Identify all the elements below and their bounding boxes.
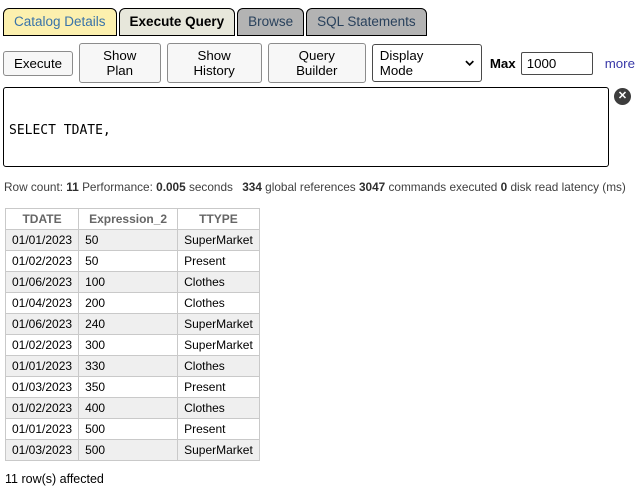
table-row: 01/02/2023 400 Clothes bbox=[6, 398, 260, 419]
tab-bar: Catalog Details Execute Query Browse SQL… bbox=[0, 0, 635, 36]
cell-tdate: 01/02/2023 bbox=[6, 335, 79, 356]
tab-sql-statements[interactable]: SQL Statements bbox=[306, 8, 427, 36]
cell-expression-2: 50 bbox=[79, 230, 178, 251]
row-count-label: Row count: bbox=[4, 180, 63, 194]
cell-ttype: SuperMarket bbox=[178, 335, 260, 356]
table-row: 01/06/2023 100 Clothes bbox=[6, 272, 260, 293]
display-mode-selected-value: Display Mode bbox=[380, 48, 455, 78]
max-rows-input[interactable] bbox=[521, 52, 593, 75]
performance-label: Performance: bbox=[82, 180, 153, 194]
cell-tdate: 01/01/2023 bbox=[6, 419, 79, 440]
sql-editor-container: SELECT TDATE, COALESCE(EXPENSE1,EXPENSE2… bbox=[3, 87, 633, 167]
disk-latency-label: disk read latency (ms) bbox=[510, 180, 625, 194]
results-table: TDATE Expression_2 TTYPE 01/01/2023 50 S… bbox=[5, 208, 260, 461]
column-header-tdate: TDATE bbox=[6, 209, 79, 230]
cell-expression-2: 330 bbox=[79, 356, 178, 377]
column-header-ttype: TTYPE bbox=[178, 209, 260, 230]
tab-browse[interactable]: Browse bbox=[237, 8, 304, 36]
cell-ttype: SuperMarket bbox=[178, 230, 260, 251]
cell-ttype: SuperMarket bbox=[178, 314, 260, 335]
cell-ttype: Present bbox=[178, 377, 260, 398]
show-history-button[interactable]: Show History bbox=[167, 43, 262, 83]
cell-tdate: 01/06/2023 bbox=[6, 314, 79, 335]
query-toolbar: Execute Show Plan Show History Query Bui… bbox=[3, 43, 635, 83]
cell-tdate: 01/03/2023 bbox=[6, 440, 79, 461]
sql-line: SELECT TDATE, bbox=[9, 123, 603, 140]
rows-affected-status: 11 row(s) affected bbox=[5, 472, 635, 486]
cell-tdate: 01/01/2023 bbox=[6, 230, 79, 251]
disk-latency-value: 0 bbox=[501, 180, 508, 194]
cell-ttype: Clothes bbox=[178, 398, 260, 419]
cell-ttype: Present bbox=[178, 251, 260, 272]
table-header-row: TDATE Expression_2 TTYPE bbox=[6, 209, 260, 230]
cell-expression-2: 400 bbox=[79, 398, 178, 419]
commands-executed-value: 3047 bbox=[359, 180, 385, 194]
cell-ttype: SuperMarket bbox=[178, 440, 260, 461]
cell-expression-2: 50 bbox=[79, 251, 178, 272]
cell-ttype: Clothes bbox=[178, 272, 260, 293]
cell-tdate: 01/03/2023 bbox=[6, 377, 79, 398]
table-row: 01/04/2023 200 Clothes bbox=[6, 293, 260, 314]
cell-ttype: Clothes bbox=[178, 293, 260, 314]
display-mode-select[interactable]: Display Mode bbox=[372, 44, 482, 82]
cell-expression-2: 500 bbox=[79, 440, 178, 461]
max-label: Max bbox=[490, 56, 516, 71]
cell-expression-2: 300 bbox=[79, 335, 178, 356]
query-builder-button[interactable]: Query Builder bbox=[268, 43, 366, 83]
cell-tdate: 01/06/2023 bbox=[6, 272, 79, 293]
table-row: 01/01/2023 50 SuperMarket bbox=[6, 230, 260, 251]
performance-unit: seconds bbox=[189, 180, 233, 194]
global-references-label: global references bbox=[265, 180, 356, 194]
table-row: 01/06/2023 240 SuperMarket bbox=[6, 314, 260, 335]
cell-tdate: 01/04/2023 bbox=[6, 293, 79, 314]
tab-catalog-details[interactable]: Catalog Details bbox=[3, 8, 117, 36]
cell-ttype: Clothes bbox=[178, 356, 260, 377]
chevron-down-icon bbox=[465, 60, 474, 66]
cell-expression-2: 200 bbox=[79, 293, 178, 314]
cell-expression-2: 240 bbox=[79, 314, 178, 335]
column-header-expression-2: Expression_2 bbox=[79, 209, 178, 230]
row-count-value: 11 bbox=[66, 180, 78, 194]
table-row: 01/03/2023 500 SuperMarket bbox=[6, 440, 260, 461]
table-row: 01/02/2023 50 Present bbox=[6, 251, 260, 272]
cell-expression-2: 500 bbox=[79, 419, 178, 440]
performance-value: 0.005 bbox=[156, 180, 186, 194]
cell-tdate: 01/02/2023 bbox=[6, 398, 79, 419]
sql-query-editor[interactable]: SELECT TDATE, COALESCE(EXPENSE1,EXPENSE2… bbox=[3, 87, 609, 167]
cell-tdate: 01/02/2023 bbox=[6, 251, 79, 272]
table-row: 01/02/2023 300 SuperMarket bbox=[6, 335, 260, 356]
table-row: 01/01/2023 500 Present bbox=[6, 419, 260, 440]
cell-expression-2: 100 bbox=[79, 272, 178, 293]
cell-ttype: Present bbox=[178, 419, 260, 440]
global-references-value: 334 bbox=[242, 180, 262, 194]
commands-executed-label: commands executed bbox=[388, 180, 497, 194]
cell-expression-2: 350 bbox=[79, 377, 178, 398]
cell-tdate: 01/01/2023 bbox=[6, 356, 79, 377]
more-link[interactable]: more bbox=[605, 56, 635, 71]
performance-stats: Row count: 11 Performance: 0.005 seconds… bbox=[4, 180, 635, 194]
tab-execute-query[interactable]: Execute Query bbox=[119, 8, 236, 36]
close-icon[interactable]: ✕ bbox=[614, 88, 631, 105]
show-plan-button[interactable]: Show Plan bbox=[79, 43, 160, 83]
table-row: 01/01/2023 330 Clothes bbox=[6, 356, 260, 377]
table-row: 01/03/2023 350 Present bbox=[6, 377, 260, 398]
execute-button[interactable]: Execute bbox=[3, 51, 73, 76]
